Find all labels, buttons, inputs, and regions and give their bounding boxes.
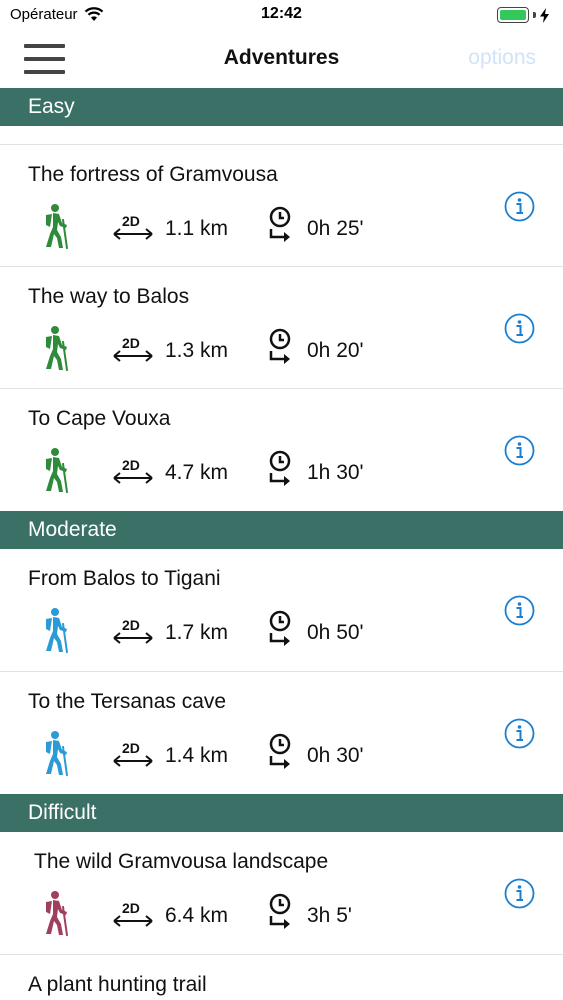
distance-2d-icon: 2D — [113, 457, 153, 484]
info-circle-icon[interactable] — [504, 718, 535, 749]
distance-value: 1.4 km — [165, 744, 229, 767]
trail-title: The fortress of Gramvousa — [28, 163, 278, 186]
section-header-moderate: Moderate — [0, 511, 563, 549]
hiker-icon — [46, 448, 69, 493]
section-header-difficult: Difficult — [0, 794, 563, 832]
distance-2d-icon: 2D — [113, 213, 153, 240]
trail-title: To the Tersanas cave — [28, 690, 227, 713]
trail-title: To Cape Vouxa — [28, 407, 171, 430]
distance-value: 4.7 km — [165, 461, 229, 484]
distance-value: 1.3 km — [165, 339, 229, 362]
distance-icon-label: 2D — [122, 900, 140, 916]
duration-value: 0h 30' — [307, 744, 364, 767]
distance-value: 1.7 km — [165, 621, 229, 644]
distance-icon-label: 2D — [122, 457, 140, 473]
distance-2d-icon: 2D — [113, 617, 153, 644]
duration-value: 1h 30' — [307, 461, 364, 484]
hamburger-menu-icon[interactable] — [24, 44, 65, 74]
hiker-icon — [46, 731, 69, 776]
info-circle-icon[interactable] — [504, 595, 535, 626]
distance-icon-label: 2D — [122, 335, 140, 351]
status-time: 12:42 — [261, 5, 302, 22]
hiker-icon — [46, 608, 69, 653]
charging-bolt-icon — [540, 7, 549, 23]
status-bar: Opérateur 12:42 — [0, 0, 563, 30]
trail-title: A plant hunting trail — [28, 973, 207, 996]
list-item[interactable]: The fortress of Gramvousa 2D 1.1 km 0h 2… — [0, 144, 563, 266]
clock-arrow-icon — [269, 206, 291, 242]
battery-indicator — [497, 7, 549, 23]
distance-icon-label: 2D — [122, 617, 140, 633]
distance-icon-label: 2D — [122, 213, 140, 229]
distance-2d-icon: 2D — [113, 740, 153, 767]
duration-value: 3h 5' — [307, 904, 352, 927]
distance-icon-label: 2D — [122, 740, 140, 756]
clock-arrow-icon — [269, 733, 291, 769]
info-circle-icon[interactable] — [504, 878, 535, 909]
navigation-bar: Adventures options — [0, 30, 563, 86]
section-header-easy: Easy — [0, 88, 563, 126]
list-item[interactable]: To Cape Vouxa 2D 4.7 km 1h 30' — [0, 388, 563, 510]
hiker-icon — [46, 204, 69, 249]
battery-icon — [497, 7, 529, 23]
trail-title: The way to Balos — [28, 285, 190, 308]
trail-title: From Balos to Tigani — [28, 567, 221, 590]
clock-arrow-icon — [269, 610, 291, 646]
distance-value: 1.1 km — [165, 217, 229, 240]
list-item[interactable]: From Balos to Tigani 2D 1.7 km 0h 50' — [0, 549, 563, 671]
duration-value: 0h 50' — [307, 621, 364, 644]
trail-title: The wild Gramvousa landscape — [34, 850, 329, 873]
hiker-icon — [46, 891, 69, 936]
list-item[interactable]: A plant hunting trail — [0, 954, 563, 1000]
distance-2d-icon: 2D — [113, 335, 153, 362]
duration-value: 0h 20' — [307, 339, 364, 362]
list-item[interactable]: The way to Balos 2D 1.3 km 0h 20' — [0, 266, 563, 388]
info-circle-icon[interactable] — [504, 435, 535, 466]
distance-value: 6.4 km — [165, 904, 229, 927]
list-item[interactable]: To the Tersanas cave 2D 1.4 km 0h 30' — [0, 671, 563, 793]
options-button[interactable]: options — [468, 46, 536, 70]
clock-arrow-icon — [269, 893, 291, 929]
info-circle-icon[interactable] — [504, 191, 535, 222]
hiker-icon — [46, 326, 69, 371]
duration-value: 0h 25' — [307, 217, 364, 240]
clock-arrow-icon — [269, 450, 291, 486]
clock-arrow-icon — [269, 328, 291, 364]
list-item[interactable]: The wild Gramvousa landscape 2D 6.4 km 3… — [0, 832, 563, 954]
info-circle-icon[interactable] — [504, 313, 535, 344]
distance-2d-icon: 2D — [113, 900, 153, 927]
